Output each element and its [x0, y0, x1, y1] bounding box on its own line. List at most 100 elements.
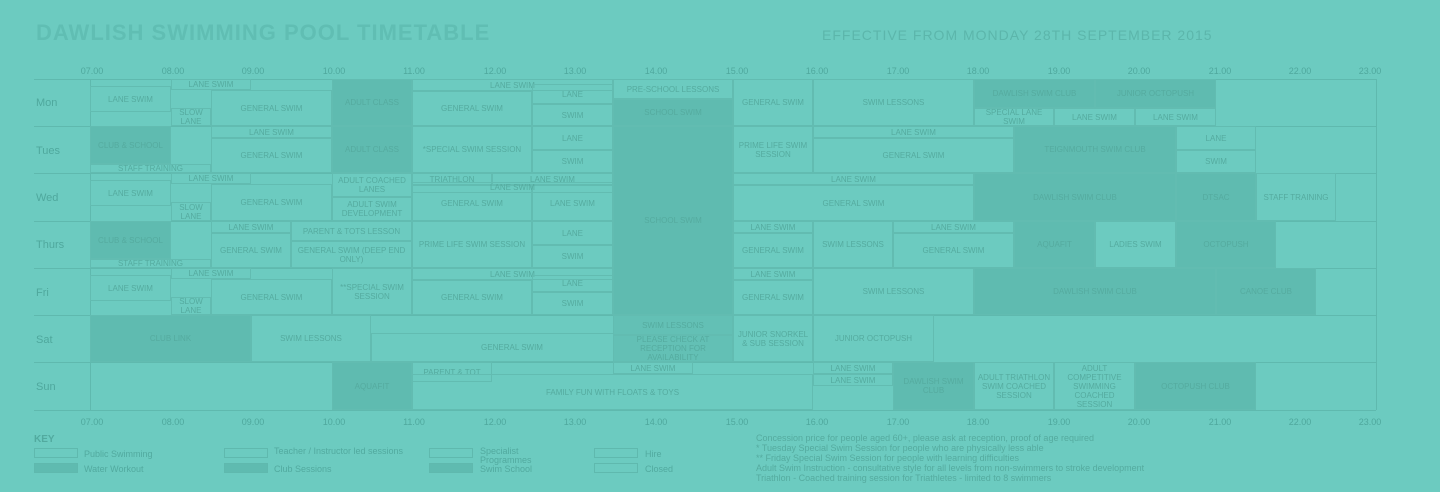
day-label-sat: Sat	[36, 334, 53, 346]
session-block: SLOW LANE	[171, 202, 211, 221]
session-block: GENERAL SWIM	[733, 280, 813, 315]
session-block: SWIM LESSONS	[813, 221, 893, 268]
session-block: CLUB LINK	[90, 315, 251, 362]
session-block: LANE SWIM	[733, 268, 813, 280]
footnote: Concession price for people aged 60+, pl…	[756, 433, 1094, 443]
session-block: GENERAL SWIM	[211, 138, 332, 173]
key-swatch	[429, 448, 473, 458]
session-block: SWIM	[1176, 150, 1256, 173]
session-block: LANE SWIM	[893, 221, 1014, 233]
session-block: PARENT & TOTS LESSON	[291, 221, 412, 241]
hour-label: 16.00	[805, 66, 829, 76]
session-block: SWIM LESSONS	[613, 315, 733, 335]
session-block: SCHOOL SWIM	[613, 126, 733, 315]
session-block: GENERAL SWIM	[813, 138, 1014, 173]
session-block: PRIME LIFE SWIM SESSION	[412, 221, 532, 268]
session-block: ADULT SWIM DEVELOPMENT	[332, 197, 412, 221]
session-block: JUNIOR SNORKEL & SUB SESSION	[733, 315, 813, 362]
session-block: JUNIOR OCTOPUSH	[813, 315, 934, 362]
session-block: GENERAL SWIM	[211, 233, 291, 268]
grid-line	[34, 410, 1376, 411]
hour-label: 07.00	[80, 417, 104, 427]
session-block: SLOW LANE	[171, 297, 211, 315]
session-block: **SPECIAL SWIM SESSION	[332, 268, 412, 315]
session-block: ADULT COMPETITIVE SWIMMING COACHED SESSI…	[1054, 362, 1135, 410]
hour-label: 14.00	[644, 66, 668, 76]
hour-label: 17.00	[886, 66, 910, 76]
key-swatch	[429, 463, 473, 473]
session-block: LANE SWIM	[733, 221, 813, 233]
hour-label: 21.00	[1208, 66, 1232, 76]
session-block: LANE SWIM	[412, 182, 613, 193]
footnote: Triathlon - Coached training session for…	[756, 473, 1052, 483]
session-block: LANE SWIM	[1054, 108, 1135, 126]
key-title: KEY	[34, 434, 55, 445]
session-block: GENERAL SWIM	[211, 279, 332, 315]
session-block: *SPECIAL SWIM SESSION	[412, 126, 532, 173]
session-block: GENERAL SWIM	[733, 185, 974, 221]
session-block: LANE SWIM	[90, 275, 171, 301]
session-block: AQUAFIT	[1014, 221, 1095, 268]
key-swatch	[594, 448, 638, 458]
key-label: Swim School	[480, 464, 533, 474]
session-block: LANE SWIM	[1135, 108, 1216, 126]
hour-label: 18.00	[966, 417, 990, 427]
session-block: CLUB & SCHOOL	[90, 126, 171, 164]
session-block: SWIM	[532, 245, 613, 268]
session-block: JUNIOR OCTOPUSH	[1095, 79, 1216, 108]
session-block: SCHOOL SWIM	[613, 99, 733, 126]
hour-label: 19.00	[1047, 417, 1071, 427]
key-label: Water Workout	[84, 464, 144, 474]
session-block: LANE SWIM	[613, 362, 693, 374]
session-block: ADULT CLASS	[332, 126, 412, 173]
session-block: LANE SWIM	[171, 79, 251, 90]
hour-label: 20.00	[1127, 66, 1151, 76]
session-block: STAFF TRAINING	[1256, 173, 1336, 221]
key-label: Club Sessions	[274, 464, 332, 474]
session-block: GENERAL SWIM	[893, 233, 1014, 268]
session-block: DAWLISH SWIM CLUB	[893, 362, 974, 410]
session-block: SWIM	[532, 104, 613, 126]
hour-label: 11.00	[403, 417, 425, 427]
session-block: GENERAL SWIM	[412, 91, 532, 126]
footnote: Adult Swim Instruction - consultative st…	[756, 463, 1145, 473]
hour-label: 15.00	[725, 417, 749, 427]
key-label: Hire	[645, 449, 662, 459]
session-block: OCTOPUSH	[1176, 221, 1276, 268]
session-block: DAWLISH SWIM CLUB	[974, 79, 1095, 108]
hour-label: 20.00	[1127, 417, 1151, 427]
hour-label: 10.00	[322, 417, 346, 427]
grid-line	[1376, 79, 1377, 410]
session-block: PRE-SCHOOL LESSONS	[613, 79, 733, 99]
hour-label: 08.00	[161, 417, 185, 427]
hour-label: 18.00	[966, 66, 990, 76]
session-block: LANE SWIM	[813, 126, 1014, 138]
session-block: SPECIAL LANE SWIM	[974, 108, 1054, 126]
session-block: LANE SWIM	[813, 374, 893, 386]
hour-label: 19.00	[1047, 66, 1071, 76]
hour-label: 10.00	[322, 66, 346, 76]
day-label-fri: Fri	[36, 287, 49, 299]
key-swatch	[34, 463, 78, 473]
key-label: Public Swimming	[84, 449, 153, 459]
session-block: GENERAL SWIM	[412, 280, 532, 315]
session-block: GENERAL SWIM	[211, 184, 332, 221]
session-block: LANE SWIM	[211, 126, 332, 138]
day-label-mon: Mon	[36, 97, 58, 109]
hour-label: 16.00	[805, 417, 829, 427]
hour-label: 13.00	[563, 417, 587, 427]
session-block: GENERAL SWIM	[733, 233, 813, 268]
day-label-thurs: Thurs	[36, 239, 65, 251]
session-block: LANE SWIM	[171, 268, 251, 279]
hour-label: 09.00	[241, 417, 265, 427]
key-swatch	[34, 448, 78, 458]
session-block: LANE SWIM	[90, 180, 171, 206]
session-block: DAWLISH SWIM CLUB	[974, 173, 1176, 221]
session-block: LANE SWIM	[211, 221, 291, 233]
hour-label: 09.00	[241, 66, 265, 76]
session-block: LANE	[532, 275, 613, 292]
session-block: SWIM LESSONS	[251, 315, 371, 362]
timetable-grid: 07.00 08.00 09.00 10.00 11.00 12.00 13.0…	[0, 0, 1440, 492]
session-block: SWIM LESSONS	[813, 79, 974, 126]
hour-label: 22.00	[1288, 66, 1312, 76]
